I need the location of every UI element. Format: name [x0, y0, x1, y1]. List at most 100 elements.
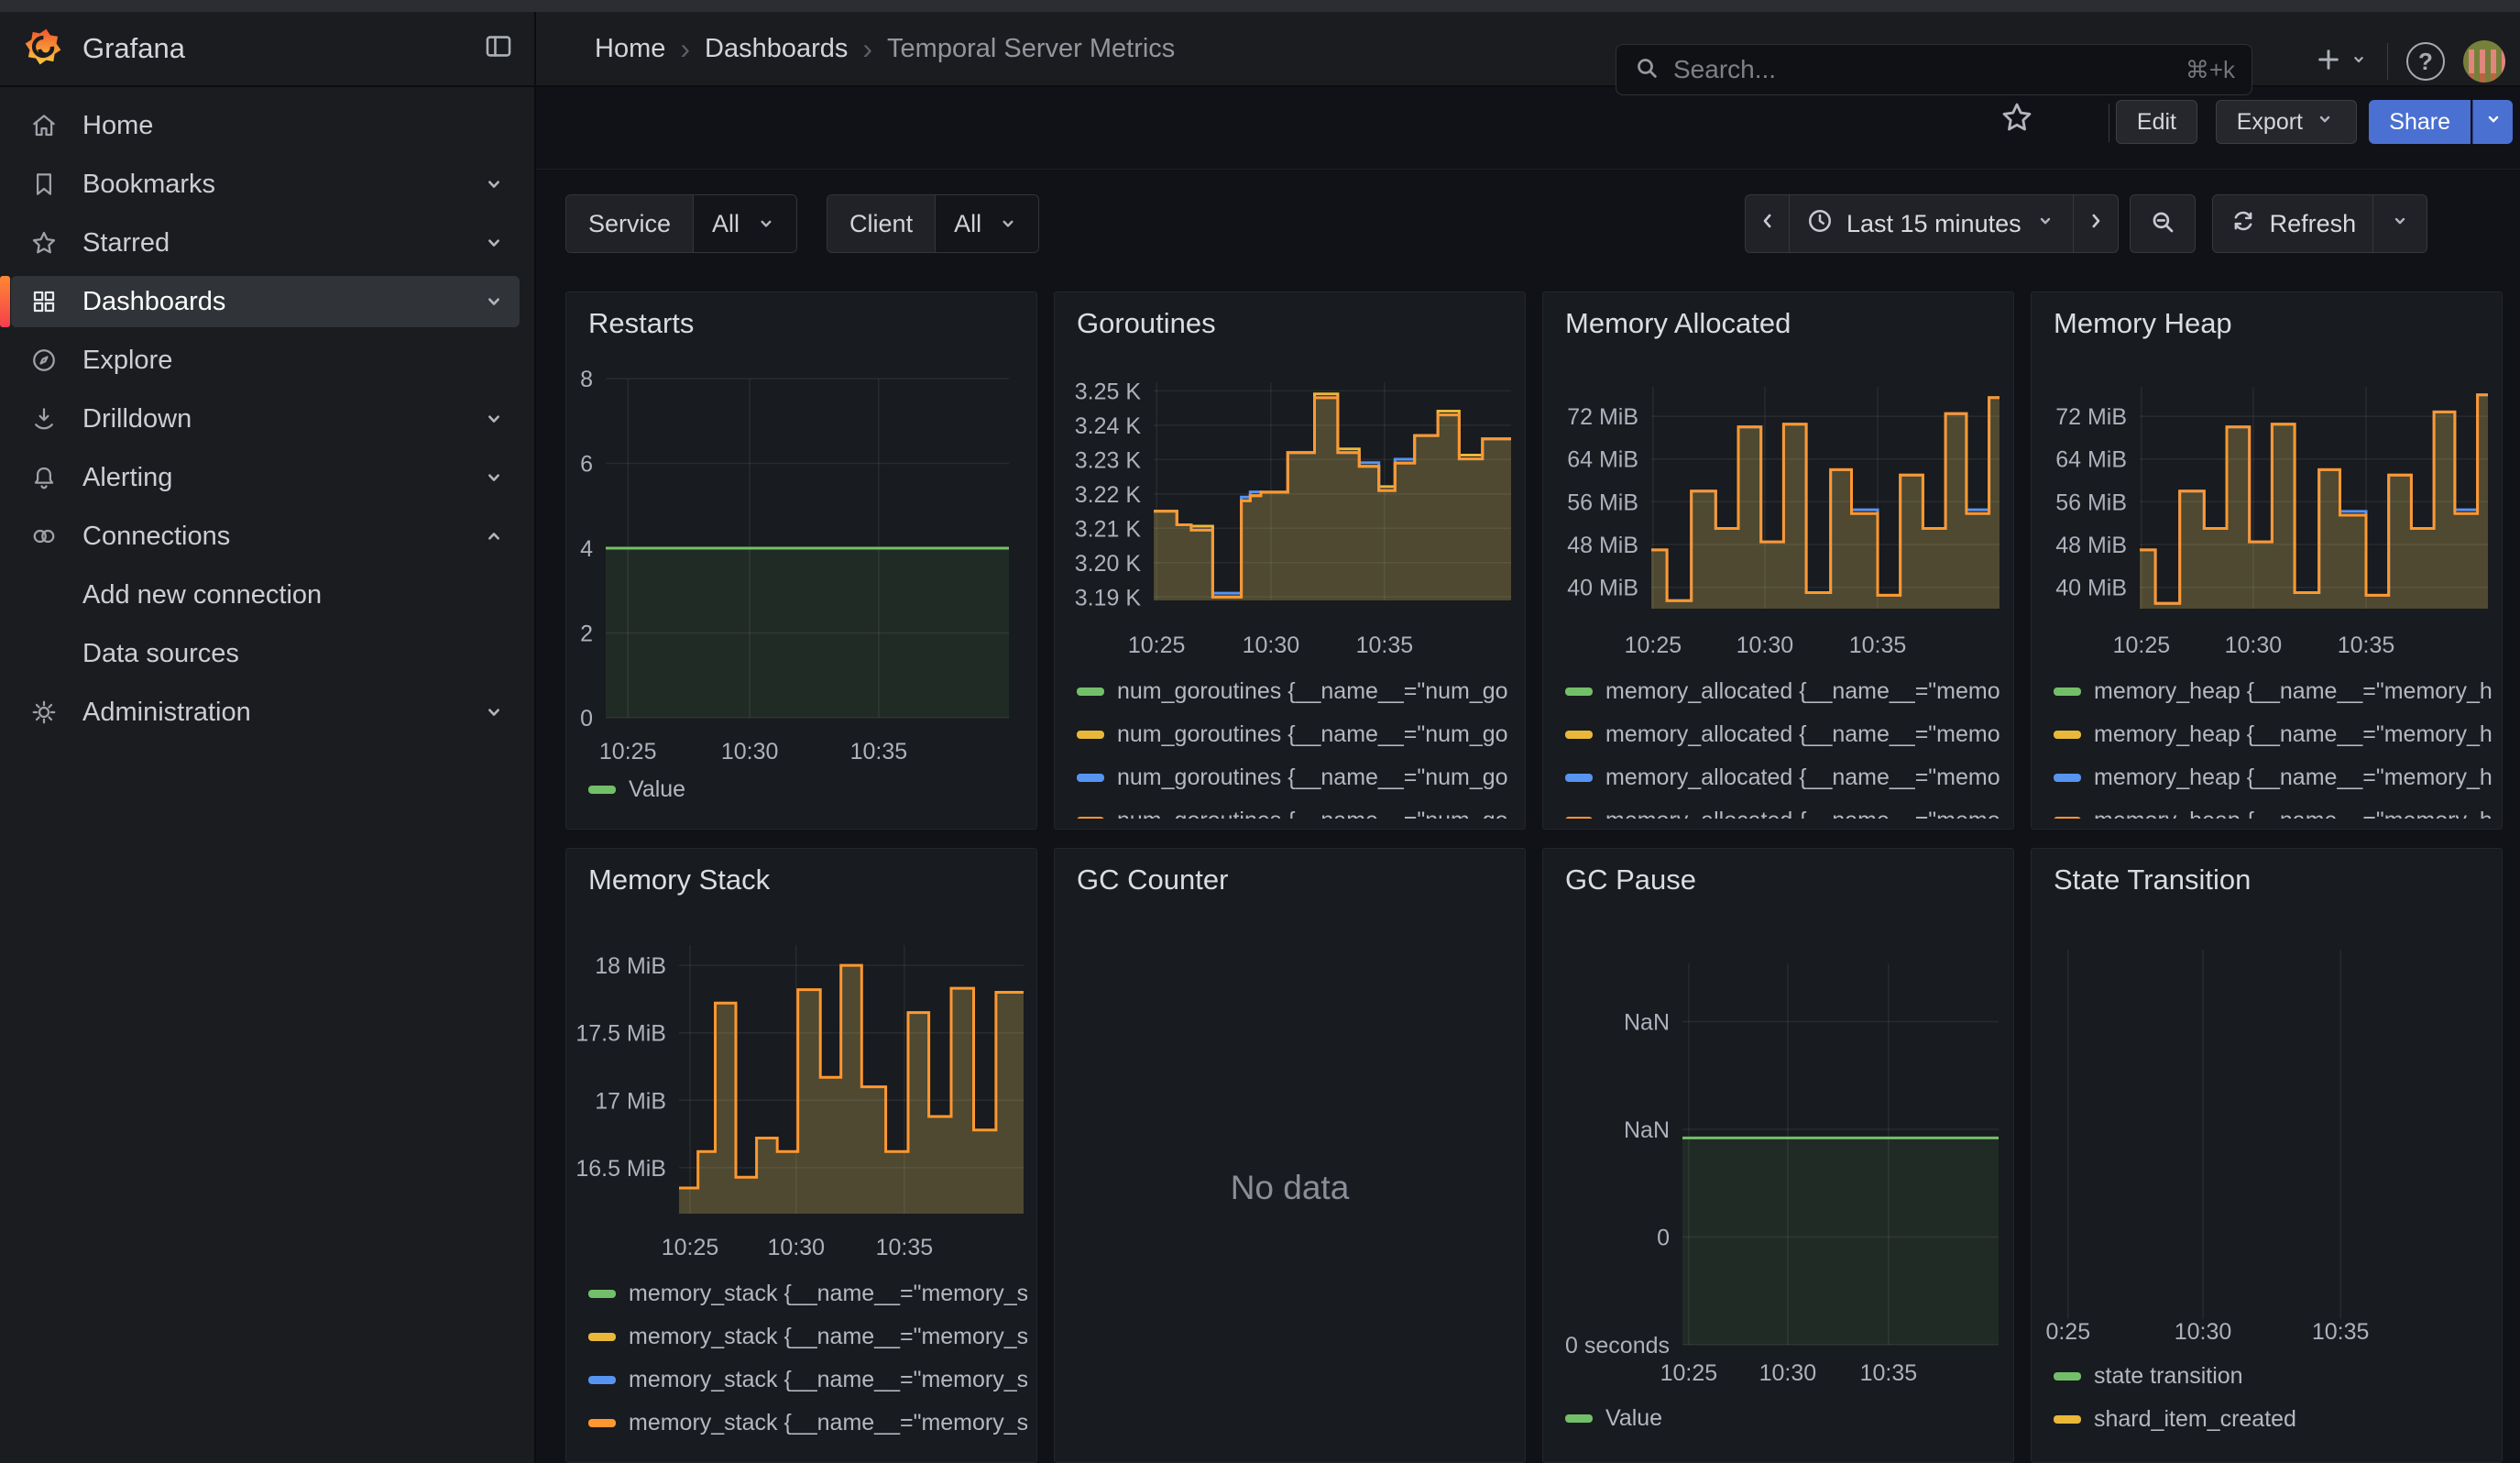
svg-text:3.19 K: 3.19 K [1075, 585, 1142, 610]
zoom-out-icon [2148, 207, 2177, 241]
chevron-down-icon[interactable] [481, 699, 507, 725]
svg-text:3.22 K: 3.22 K [1075, 482, 1142, 508]
legend-item[interactable]: num_goroutines {__name__="num_go [1077, 713, 1516, 756]
legend-item[interactable]: memory_heap {__name__="memory_h [2054, 799, 2493, 819]
export-button[interactable]: Export [2216, 100, 2357, 144]
svg-text:NaN: NaN [1624, 1117, 1670, 1143]
sidebar-toggle-icon[interactable] [483, 31, 514, 67]
grafana-logo-icon[interactable] [22, 26, 64, 72]
legend-item[interactable]: memory_allocated {__name__="memo [1565, 756, 2004, 799]
svg-text:10:35: 10:35 [2338, 632, 2395, 658]
sidebar-item-connections[interactable]: Connections [11, 511, 520, 562]
legend-item[interactable]: state transition [2054, 1355, 2493, 1398]
drilldown-icon [30, 405, 58, 433]
legend-item[interactable]: memory_stack {__name__="memory_s [588, 1315, 1027, 1358]
filter-service-value[interactable]: All [694, 195, 796, 252]
refresh-label: Refresh [2270, 210, 2357, 238]
svg-text:2: 2 [580, 622, 593, 647]
time-range-label: Last 15 minutes [1846, 210, 2021, 238]
legend-item[interactable]: memory_stack {__name__="memory_s [588, 1272, 1027, 1315]
sidebar-item-starred[interactable]: Starred [11, 217, 520, 269]
sidebar-item-explore[interactable]: Explore [11, 335, 520, 386]
panel-goroutines: Goroutines3.19 K3.20 K3.21 K3.22 K3.23 K… [1054, 292, 1526, 830]
legend-item[interactable]: num_goroutines {__name__="num_go [1077, 756, 1516, 799]
avatar[interactable] [2463, 40, 2505, 82]
sidebar-item-label: Starred [82, 228, 170, 258]
legend-item[interactable]: shard_item_created [2054, 1398, 2493, 1441]
legend-item[interactable]: Value [588, 768, 1027, 811]
new-button[interactable] [2314, 45, 2369, 79]
sidebar-item-bookmarks[interactable]: Bookmarks [11, 159, 520, 210]
sidebar-item-home[interactable]: Home [11, 100, 520, 151]
filter-service-label: Service [566, 195, 694, 252]
legend-item[interactable]: memory_heap {__name__="memory_h [2054, 713, 2493, 756]
legend-item[interactable]: Value [1565, 1397, 2004, 1440]
star-icon[interactable] [2000, 100, 2034, 139]
time-shift-back-button[interactable] [1746, 195, 1790, 252]
zoom-out-button[interactable] [2130, 194, 2196, 253]
legend-item[interactable]: memory_allocated {__name__="memo [1565, 799, 2004, 819]
chevron-down-icon[interactable] [481, 465, 507, 490]
chevron-down-icon[interactable] [481, 171, 507, 197]
time-shift-forward-button[interactable] [2074, 195, 2118, 252]
sidebar-item-data-sources[interactable]: Data sources [11, 628, 520, 679]
breadcrumb-item[interactable]: Dashboards [705, 34, 848, 64]
svg-text:18 MiB: 18 MiB [595, 953, 666, 979]
chevron-down-icon [2349, 50, 2369, 74]
legend-swatch [588, 1419, 616, 1427]
filter-client-value[interactable]: All [936, 195, 1038, 252]
legend-label: memory_allocated {__name__="memo [1605, 808, 2000, 819]
sidebar-item-add-new-connection[interactable]: Add new connection [11, 569, 520, 621]
legend-item[interactable]: num_goroutines {__name__="num_go [1077, 670, 1516, 713]
edit-button[interactable]: Edit [2116, 100, 2197, 144]
search-shortcut: ⌘+k [2186, 56, 2235, 84]
chevron-down-icon[interactable] [481, 406, 507, 432]
sidebar-item-label: Explore [82, 346, 172, 376]
chevron-down-icon[interactable] [481, 289, 507, 314]
sidebar-item-drilldown[interactable]: Drilldown [11, 393, 520, 445]
sidebar-item-administration[interactable]: Administration [11, 687, 520, 738]
filter-client: Client All [827, 194, 1039, 253]
sidebar-item-alerting[interactable]: Alerting [11, 452, 520, 503]
legend-label: memory_allocated {__name__="memo [1605, 678, 2000, 705]
legend-swatch [2054, 817, 2081, 819]
sidebar-item-dashboards[interactable]: Dashboards [11, 276, 520, 327]
time-range-picker[interactable]: Last 15 minutes [1790, 195, 2074, 252]
breadcrumb-item[interactable]: Home [595, 34, 665, 64]
legend-label: memory_stack {__name__="memory_s [629, 1324, 1027, 1350]
svg-text:64 MiB: 64 MiB [2055, 447, 2127, 473]
legend-item[interactable]: memory_stack {__name__="memory_s [588, 1358, 1027, 1402]
legend-swatch [1565, 1414, 1593, 1423]
refresh-interval-dropdown[interactable] [2373, 195, 2427, 252]
svg-text:4: 4 [580, 536, 593, 562]
chevron-up-icon[interactable] [481, 523, 507, 549]
legend-item[interactable]: memory_allocated {__name__="memo [1565, 670, 2004, 713]
legend-swatch [1565, 817, 1593, 819]
no-data-text: No data [1055, 1169, 1525, 1207]
window-title-strip [0, 0, 2520, 12]
chevron-down-icon[interactable] [481, 230, 507, 256]
clock-icon [1806, 207, 1834, 241]
svg-text:3.25 K: 3.25 K [1075, 379, 1142, 404]
legend-item[interactable]: num_goroutines {__name__="num_go [1077, 799, 1516, 819]
legend-item[interactable]: memory_heap {__name__="memory_h [2054, 670, 2493, 713]
panel-title[interactable]: GC Counter [1077, 864, 1228, 896]
chevron-down-icon [2389, 210, 2411, 238]
svg-text:10:30: 10:30 [2225, 632, 2283, 658]
refresh-button[interactable]: Refresh [2213, 195, 2374, 252]
sidebar-item-label: Drilldown [82, 404, 192, 434]
svg-text:10:35: 10:35 [1849, 632, 1907, 658]
legend-label: Value [1605, 1405, 1662, 1432]
legend-item[interactable]: memory_allocated {__name__="memo [1565, 713, 2004, 756]
legend-item[interactable]: memory_heap {__name__="memory_h [2054, 756, 2493, 799]
legend-item[interactable]: memory_stack {__name__="memory_s [588, 1402, 1027, 1445]
help-button[interactable]: ? [2406, 42, 2445, 81]
share-dropdown-button[interactable] [2472, 100, 2513, 144]
legend-label: Value [629, 776, 685, 803]
svg-text:10:30: 10:30 [721, 739, 779, 764]
svg-text:10:30: 10:30 [1737, 632, 1794, 658]
svg-text:10:25: 10:25 [599, 739, 657, 764]
svg-text:40 MiB: 40 MiB [2055, 576, 2127, 601]
share-button[interactable]: Share [2369, 100, 2471, 144]
svg-text:48 MiB: 48 MiB [2055, 533, 2127, 558]
